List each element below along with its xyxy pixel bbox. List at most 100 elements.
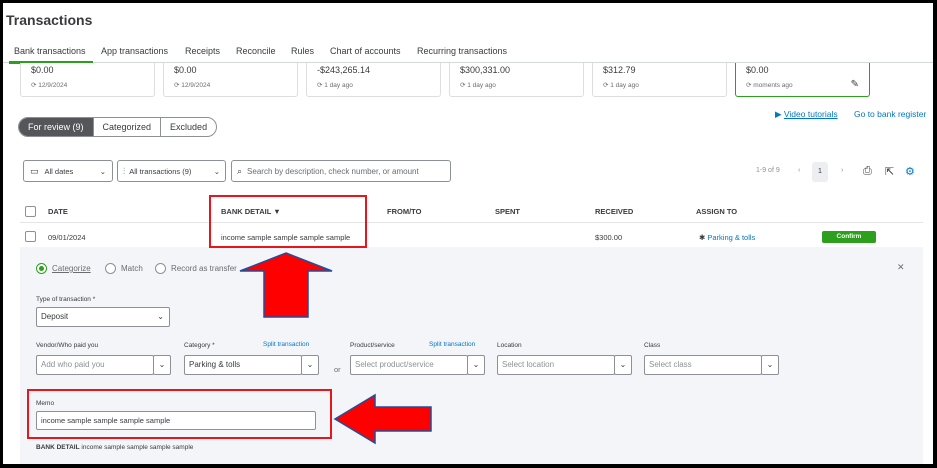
tab-for-review[interactable]: For review (9): [19, 118, 93, 136]
header-divider: [20, 222, 923, 223]
account-card-selected[interactable]: $0.00 ⟳ moments ago ✎: [735, 63, 870, 97]
vendor-label: Vendor/Who paid you: [36, 342, 99, 349]
print-icon[interactable]: ⎙: [863, 165, 872, 178]
chevron-down-icon: ⌄: [157, 312, 164, 321]
product-input[interactable]: Select product/service: [350, 355, 468, 375]
prev-page-icon[interactable]: ‹: [798, 167, 800, 174]
col-received[interactable]: RECEIVED: [595, 207, 633, 216]
page-title: Transactions: [6, 12, 93, 28]
location-dropdown[interactable]: ⌄: [614, 355, 632, 375]
vendor-input[interactable]: Add who paid you: [36, 355, 154, 375]
product-dropdown[interactable]: ⌄: [467, 355, 485, 375]
chevron-down-icon: ⌄: [766, 360, 774, 369]
account-updated: ⟳ 1 day ago: [603, 82, 639, 89]
product-label: Product/service: [350, 342, 395, 349]
account-card[interactable]: $300,331.00 ⟳ 1 day ago: [449, 63, 584, 97]
search-icon: ⌕: [237, 165, 243, 176]
class-input[interactable]: Select class: [644, 355, 762, 375]
row-checkbox[interactable]: [25, 231, 36, 242]
next-page-icon[interactable]: ›: [841, 167, 843, 174]
close-icon[interactable]: ✕: [897, 262, 905, 273]
calendar-icon: ▭: [30, 165, 39, 176]
account-updated: ⟳ 1 day ago: [317, 82, 353, 89]
location-input[interactable]: Select location: [497, 355, 615, 375]
nav-tabs: Bank transactions App transactions Recei…: [3, 41, 933, 63]
class-dropdown[interactable]: ⌄: [761, 355, 779, 375]
category-input[interactable]: Parking & tolls: [184, 355, 302, 375]
confirm-button[interactable]: Confirm: [822, 231, 876, 243]
pencil-icon[interactable]: ✎: [851, 79, 859, 90]
transaction-filter-label: All transactions (9): [129, 166, 192, 176]
account-card[interactable]: $0.00 ⟳ 12/9/2024: [163, 63, 298, 97]
tab-recurring-transactions[interactable]: Recurring transactions: [417, 46, 507, 56]
annotation-highlight-bank-detail: [209, 195, 367, 248]
date-filter[interactable]: ▭ All dates ⌄: [23, 160, 113, 182]
select-all-checkbox[interactable]: [25, 206, 36, 217]
tab-app-transactions[interactable]: App transactions: [101, 46, 168, 56]
tab-categorized[interactable]: Categorized: [92, 118, 162, 136]
play-icon: ▶: [775, 109, 784, 119]
tab-bank-transactions[interactable]: Bank transactions: [14, 46, 86, 56]
chevron-down-icon: ⌄: [213, 166, 220, 176]
product-split-link[interactable]: Split transaction: [429, 341, 475, 348]
category-dropdown[interactable]: ⌄: [301, 355, 319, 375]
vendor-dropdown[interactable]: ⌄: [153, 355, 171, 375]
chevron-down-icon: ⌄: [99, 166, 106, 176]
row-assign-to[interactable]: ✱ Parking & tolls: [699, 233, 755, 242]
video-tutorials-link[interactable]: ▶ Video tutorials: [775, 109, 838, 120]
tab-excluded[interactable]: Excluded: [161, 118, 216, 136]
bank-detail-footer: BANK DETAIL income sample sample sample …: [36, 444, 194, 451]
go-to-bank-register-link[interactable]: Go to bank register: [854, 109, 926, 119]
account-balance: $300,331.00: [460, 65, 511, 75]
class-label: Class: [644, 342, 661, 349]
date-filter-label: All dates: [44, 166, 74, 176]
split-transaction-link[interactable]: Split transaction: [263, 341, 309, 348]
chevron-down-icon: ⌄: [158, 360, 166, 369]
chevron-down-icon: ⌄: [306, 360, 314, 369]
transaction-filter[interactable]: ⫶ All transactions (9) ⌄: [117, 160, 226, 182]
tab-receipts[interactable]: Receipts: [185, 46, 220, 56]
radio-match[interactable]: Match: [105, 263, 143, 274]
row-date: 09/01/2024: [48, 233, 86, 242]
account-balance: $312.79: [603, 65, 636, 75]
account-balance: -$243,265.14: [317, 65, 371, 75]
col-from-to[interactable]: FROM/TO: [387, 207, 421, 216]
pagination-range: 1-9 of 9: [756, 167, 780, 174]
tab-rules[interactable]: Rules: [291, 46, 314, 56]
category-label: Category *: [184, 342, 215, 349]
type-label: Type of transaction *: [36, 296, 96, 303]
account-updated: ⟳ moments ago: [746, 82, 793, 89]
location-label: Location: [497, 342, 522, 349]
chevron-down-icon: ⌄: [619, 360, 627, 369]
chevron-down-icon: ⌄: [472, 360, 480, 369]
export-icon[interactable]: ⇱: [885, 165, 894, 178]
gear-icon[interactable]: ⚙: [905, 165, 915, 178]
or-text: or: [334, 365, 341, 374]
account-balance: $0.00: [174, 65, 197, 75]
type-select[interactable]: Deposit ⌄: [36, 307, 170, 327]
account-updated: ⟳ 12/9/2024: [174, 82, 211, 89]
annotation-arrow-up: [239, 252, 333, 318]
tab-reconcile[interactable]: Reconcile: [236, 46, 276, 56]
search-placeholder: Search by description, check number, or …: [247, 166, 419, 176]
col-spent[interactable]: SPENT: [495, 207, 520, 216]
account-card[interactable]: $312.79 ⟳ 1 day ago: [592, 63, 727, 97]
filter-icon: ⫶: [123, 165, 126, 176]
app-window: Transactions Bank transactions App trans…: [3, 3, 933, 464]
review-status-toggle: For review (9) Categorized Excluded: [18, 117, 218, 137]
annotation-arrow-left: [333, 393, 432, 445]
account-card[interactable]: $0.00 ⟳ 12/9/2024: [20, 63, 155, 97]
account-updated: ⟳ 12/9/2024: [31, 82, 68, 89]
account-balance: $0.00: [31, 65, 54, 75]
account-balance: $0.00: [746, 65, 769, 75]
current-page[interactable]: 1: [812, 162, 828, 182]
radio-categorize[interactable]: Categorize: [36, 263, 91, 274]
col-assign-to: ASSIGN TO: [696, 207, 738, 216]
annotation-highlight-memo: [27, 389, 332, 439]
radio-record-transfer[interactable]: Record as transfer: [155, 263, 237, 274]
account-card[interactable]: -$243,265.14 ⟳ 1 day ago: [306, 63, 441, 97]
col-date[interactable]: DATE: [48, 207, 68, 216]
account-updated: ⟳ 1 day ago: [460, 82, 496, 89]
search-input[interactable]: ⌕ Search by description, check number, o…: [231, 160, 451, 182]
tab-chart-of-accounts[interactable]: Chart of accounts: [330, 46, 401, 56]
